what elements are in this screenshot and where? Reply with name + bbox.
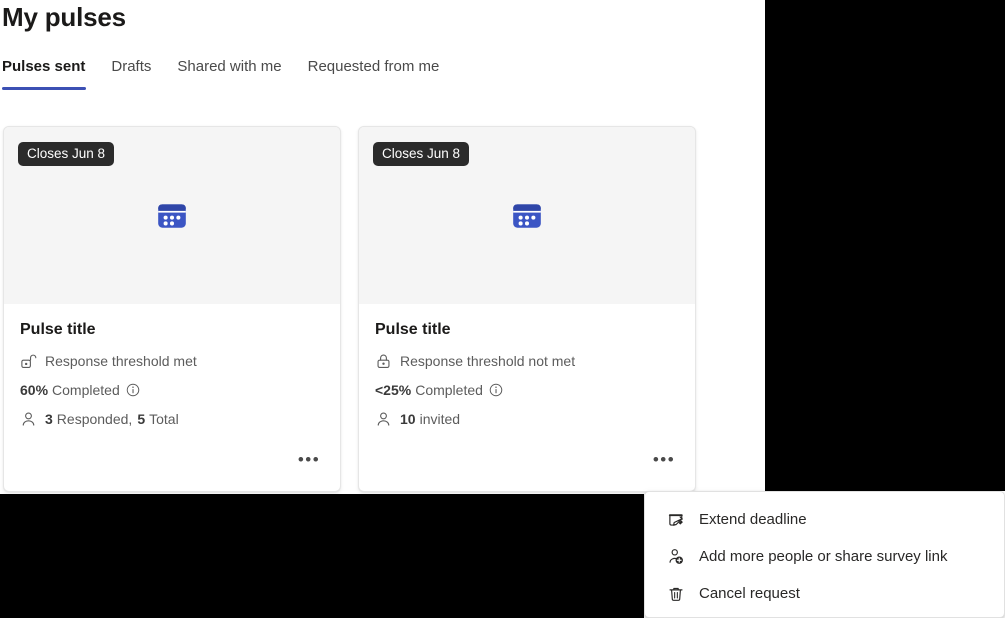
threshold-row: Response threshold not met — [375, 352, 679, 370]
card-more-options-button[interactable]: ••• — [649, 451, 679, 477]
card-body: Pulse title Response threshold not met <… — [359, 304, 695, 428]
info-icon[interactable] — [489, 383, 503, 397]
threshold-label: Response threshold not met — [400, 352, 575, 370]
tab-shared-with-me[interactable]: Shared with me — [164, 56, 294, 78]
card-banner: Closes Jun 8 — [4, 127, 340, 304]
tab-label: Requested from me — [308, 58, 440, 75]
occlusion-region-bottom — [0, 494, 644, 618]
lock-open-icon — [20, 353, 37, 370]
completion-row: <25% Completed — [375, 381, 679, 399]
closes-badge: Closes Jun 8 — [18, 142, 114, 166]
person-icon — [20, 411, 37, 428]
card-more-options-button[interactable]: ••• — [294, 451, 324, 477]
info-icon[interactable] — [126, 383, 140, 397]
person-icon — [375, 411, 392, 428]
tab-list: Pulses sent Drafts Shared with me Reques… — [0, 56, 452, 78]
calendar-agenda-icon — [155, 199, 189, 233]
menu-item-label: Cancel request — [699, 585, 800, 602]
completion-label: Completed — [415, 381, 483, 399]
threshold-row: Response threshold met — [20, 352, 324, 370]
threshold-label: Response threshold met — [45, 352, 197, 370]
tab-active-underline — [2, 87, 86, 90]
tab-requested-from-me[interactable]: Requested from me — [295, 56, 453, 78]
card-title: Pulse title — [375, 320, 679, 340]
occlusion-region-right — [765, 0, 1005, 491]
tab-label: Shared with me — [177, 58, 281, 75]
trash-icon — [667, 585, 685, 603]
responded-label: Responded, — [57, 410, 133, 428]
invited-label: invited — [420, 410, 460, 428]
pulse-card-list: Closes Jun 8 Pulse title Respon — [3, 126, 696, 492]
tab-label: Drafts — [111, 58, 151, 75]
more-options-glyph: ••• — [653, 455, 675, 465]
menu-item-cancel-request[interactable]: Cancel request — [645, 575, 1004, 612]
pulse-card[interactable]: Closes Jun 8 Pulse title Respon — [358, 126, 696, 492]
completion-value: <25% — [375, 381, 411, 399]
menu-item-add-people-or-share-link[interactable]: Add more people or share survey link — [645, 538, 1004, 575]
completion-value: 60% — [20, 381, 48, 399]
page-title: My pulses — [2, 2, 126, 33]
tab-drafts[interactable]: Drafts — [98, 56, 164, 78]
tab-label: Pulses sent — [2, 58, 85, 75]
card-title: Pulse title — [20, 320, 324, 340]
pulse-card[interactable]: Closes Jun 8 Pulse title Respon — [3, 126, 341, 492]
more-options-glyph: ••• — [298, 455, 320, 465]
completion-label: Completed — [52, 381, 120, 399]
tab-pulses-sent[interactable]: Pulses sent — [0, 56, 98, 78]
completion-row: 60% Completed — [20, 381, 324, 399]
calendar-agenda-icon — [510, 199, 544, 233]
total-label: Total — [149, 410, 179, 428]
person-add-icon — [667, 548, 685, 566]
closes-badge: Closes Jun 8 — [373, 142, 469, 166]
total-count: 5 — [137, 410, 145, 428]
participation-row: 10 invited — [375, 410, 679, 428]
lock-closed-icon — [375, 353, 392, 370]
participation-row: 3 Responded, 5 Total — [20, 410, 324, 428]
note-edit-icon — [667, 511, 685, 529]
card-body: Pulse title Response threshold met 60% C… — [4, 304, 340, 428]
card-banner: Closes Jun 8 — [359, 127, 695, 304]
menu-item-extend-deadline[interactable]: Extend deadline — [645, 501, 1004, 538]
menu-item-label: Add more people or share survey link — [699, 548, 947, 565]
responded-count: 3 — [45, 410, 53, 428]
menu-item-label: Extend deadline — [699, 511, 807, 528]
card-context-menu: Extend deadline Add more people or share… — [644, 491, 1005, 618]
invited-count: 10 — [400, 410, 416, 428]
